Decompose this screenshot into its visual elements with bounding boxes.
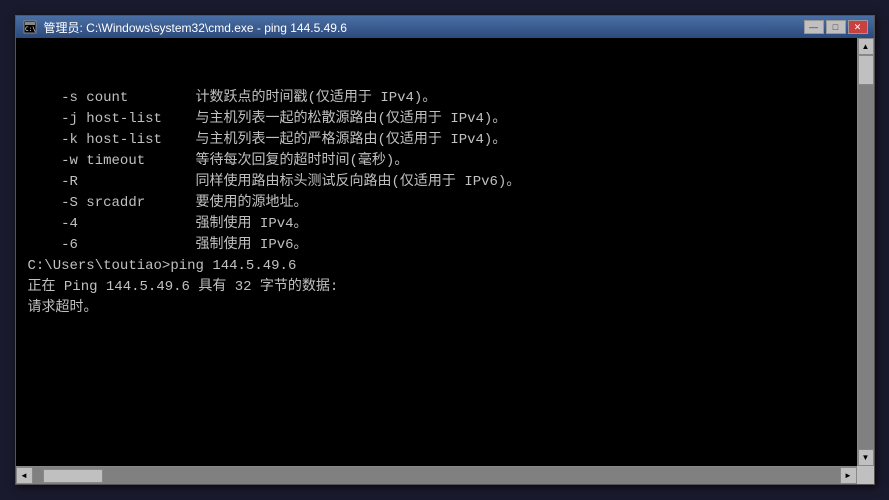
minimize-button[interactable]: — bbox=[804, 20, 824, 34]
maximize-button[interactable]: □ bbox=[826, 20, 846, 34]
terminal-line-line8: -6 强制使用 IPv6。 bbox=[28, 235, 862, 256]
terminal-line-line1: -s count 计数跃点的时间戳(仅适用于 IPv4)。 bbox=[28, 88, 862, 109]
terminal-line-line6: -S srcaddr 要使用的源地址。 bbox=[28, 193, 862, 214]
scroll-thumb[interactable] bbox=[858, 55, 874, 85]
scroll-h-track[interactable] bbox=[33, 467, 840, 484]
title-bar: C:\ 管理员: C:\Windows\system32\cmd.exe - p… bbox=[16, 16, 874, 38]
scroll-up-arrow[interactable]: ▲ bbox=[858, 38, 874, 55]
scrollbar-corner bbox=[857, 466, 874, 484]
window-controls: — □ ✕ bbox=[804, 20, 868, 34]
close-button[interactable]: ✕ bbox=[848, 20, 868, 34]
scroll-left-arrow[interactable]: ◄ bbox=[16, 467, 33, 484]
window-icon: C:\ bbox=[22, 19, 38, 35]
window-title: 管理员: C:\Windows\system32\cmd.exe - ping … bbox=[44, 19, 804, 36]
horizontal-scrollbar[interactable]: ◄ ► bbox=[16, 466, 857, 484]
terminal-line-line4: -w timeout 等待每次回复的超时时间(毫秒)。 bbox=[28, 151, 862, 172]
scroll-down-arrow[interactable]: ▼ bbox=[858, 449, 874, 466]
terminal-line-line2: -j host-list 与主机列表一起的松散源路由(仅适用于 IPv4)。 bbox=[28, 109, 862, 130]
terminal-body[interactable]: -s count 计数跃点的时间戳(仅适用于 IPv4)。 -j host-li… bbox=[16, 38, 874, 484]
terminal-line-line11: C:\Users\toutiao>ping 144.5.49.6 bbox=[28, 256, 862, 277]
cmd-window: C:\ 管理员: C:\Windows\system32\cmd.exe - p… bbox=[15, 15, 875, 485]
terminal-line-line7: -4 强制使用 IPv4。 bbox=[28, 214, 862, 235]
terminal-line-line14: 请求超时。 bbox=[28, 298, 862, 319]
scroll-right-arrow[interactable]: ► bbox=[840, 467, 857, 484]
terminal-line-line13: 正在 Ping 144.5.49.6 具有 32 字节的数据: bbox=[28, 277, 862, 298]
vertical-scrollbar[interactable]: ▲ ▼ bbox=[857, 38, 874, 466]
terminal-line-line3: -k host-list 与主机列表一起的严格源路由(仅适用于 IPv4)。 bbox=[28, 130, 862, 151]
scroll-track[interactable] bbox=[858, 55, 874, 449]
svg-text:C:\: C:\ bbox=[25, 26, 36, 33]
scroll-h-thumb[interactable] bbox=[43, 469, 103, 483]
terminal-line-line5: -R 同样使用路由标头测试反向路由(仅适用于 IPv6)。 bbox=[28, 172, 862, 193]
terminal-content: -s count 计数跃点的时间戳(仅适用于 IPv4)。 -j host-li… bbox=[28, 46, 862, 319]
